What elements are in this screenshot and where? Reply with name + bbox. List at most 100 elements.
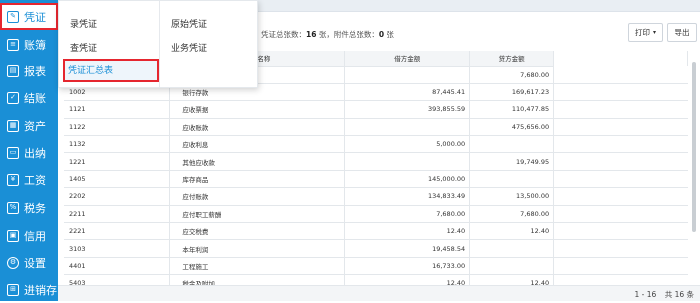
- voucher-dropdown-menu: 录凭证 查凭证 凭证汇总表 原始凭证 业务凭证: [58, 0, 258, 88]
- checkout-icon: ✓: [7, 91, 19, 104]
- sidebar-item-label: 设置: [24, 256, 46, 270]
- cell-credit: 12.40: [469, 274, 555, 285]
- menu-item-original-voucher[interactable]: 原始凭证: [171, 17, 207, 30]
- cell-account-code: 1132: [64, 135, 171, 154]
- menu-divider: [159, 1, 160, 87]
- cell-credit: [469, 239, 555, 258]
- summary-prefix: 凭证总张数：: [261, 30, 306, 39]
- print-button[interactable]: 打印 ▾: [628, 23, 663, 42]
- sidebar-item-voucher[interactable]: ✎ 凭证: [0, 3, 58, 30]
- cell-account-name: 应付账款: [169, 187, 346, 206]
- sidebar-item-credit[interactable]: ▣ 信用: [0, 222, 58, 249]
- cell-account-name: 库存商品: [169, 170, 346, 189]
- cell-account-code: 1122: [64, 118, 171, 137]
- table-row[interactable]: 2202 应付账款 134,833.49 13,500.00: [64, 187, 688, 206]
- pagination-info: 1 - 16 共 16 条: [635, 289, 695, 300]
- sidebar-item-label: 账簿: [24, 38, 46, 52]
- export-button[interactable]: 导出: [667, 23, 697, 42]
- sidebar-item-report[interactable]: ▤ 报表: [0, 57, 58, 84]
- sidebar-item-settings[interactable]: ⚙ 设置: [0, 249, 58, 276]
- cell-blank: [553, 239, 688, 258]
- cell-blank: [553, 66, 688, 84]
- cell-debit: 134,833.49: [344, 187, 471, 206]
- table-row[interactable]: 1132 应收利息 5,000.00: [64, 135, 688, 154]
- cell-blank: [553, 170, 688, 189]
- cell-account-code: 1121: [64, 100, 171, 119]
- table-row[interactable]: 1405 库存商品 145,000.00: [64, 170, 688, 189]
- cell-credit: [469, 170, 555, 189]
- book-icon: ≡: [7, 38, 19, 51]
- sidebar-item-salary[interactable]: ¥ 工资: [0, 166, 58, 193]
- menu-item-query-voucher[interactable]: 查凭证: [70, 41, 97, 54]
- cell-account-name: 工程施工: [169, 257, 346, 276]
- cell-account-code: 4401: [64, 257, 171, 276]
- menu-item-enter-voucher[interactable]: 录凭证: [70, 17, 97, 30]
- table-row[interactable]: 1121 应收票据 393,855.59 110,477.85: [64, 100, 688, 119]
- sidebar-item-cashier[interactable]: ▭ 出纳: [0, 139, 58, 166]
- sidebar-item-checkout[interactable]: ✓ 结账: [0, 84, 58, 111]
- cell-account-name: 应收票据: [169, 100, 346, 119]
- sidebar-item-label: 报表: [24, 64, 46, 78]
- cashier-icon: ▭: [7, 146, 19, 159]
- sidebar-item-inventory[interactable]: ⊞ 进销存: [0, 276, 58, 303]
- cell-account-name: 应收账款: [169, 118, 346, 137]
- sidebar-item-asset[interactable]: ▦ 资产: [0, 112, 58, 139]
- cell-account-name: 本年利润: [169, 239, 346, 258]
- sidebar-item-tax[interactable]: % 税务: [0, 194, 58, 221]
- cell-account-name: 其他应收款: [169, 152, 346, 171]
- cell-account-code: 2221: [64, 222, 171, 241]
- cell-credit: 7,680.00: [469, 205, 555, 224]
- cell-credit: [469, 135, 555, 154]
- cell-credit: 12.40: [469, 222, 555, 241]
- menu-item-business-voucher[interactable]: 业务凭证: [171, 41, 207, 54]
- sidebar-item-label: 工资: [24, 173, 46, 187]
- gear-icon: ⚙: [7, 256, 19, 269]
- column-header-blank: [553, 51, 688, 66]
- export-label: 导出: [674, 28, 690, 37]
- credit-icon: ▣: [7, 229, 19, 242]
- table-row[interactable]: 1122 应收账款 475,656.00: [64, 118, 688, 137]
- table-footer: 1 - 16 共 16 条: [58, 285, 700, 301]
- cell-debit: [344, 66, 471, 84]
- table-row[interactable]: 5403 税金及附加 12.40 12.40: [64, 274, 688, 285]
- table-row[interactable]: 2211 应付职工薪酬 7,680.00 7,680.00: [64, 205, 688, 224]
- cell-credit: 13,500.00: [469, 187, 555, 206]
- cell-blank: [553, 257, 688, 276]
- sidebar-item-ledger[interactable]: ≡ 账簿: [0, 31, 58, 58]
- cell-blank: [553, 83, 688, 102]
- cell-account-code: 2202: [64, 187, 171, 206]
- voucher-count: 16: [306, 30, 317, 39]
- cell-account-code: 1221: [64, 152, 171, 171]
- cell-credit: 169,617.23: [469, 83, 555, 102]
- cell-debit: 145,000.00: [344, 170, 471, 189]
- cell-debit: 19,458.54: [344, 239, 471, 258]
- print-label: 打印: [634, 28, 650, 37]
- cell-debit: 5,000.00: [344, 135, 471, 154]
- table-row[interactable]: 2221 应交税费 12.40 12.40: [64, 222, 688, 241]
- cell-account-name: 应付职工薪酬: [169, 205, 346, 224]
- cell-debit: 87,445.41: [344, 83, 471, 102]
- table-row[interactable]: 4401 工程施工 16,733.00: [64, 257, 688, 276]
- cell-credit: 7,680.00: [469, 66, 555, 84]
- sidebar-item-label: 进销存: [24, 283, 57, 297]
- cell-credit: 19,749.95: [469, 152, 555, 171]
- cell-account-code: 1405: [64, 170, 171, 189]
- pagination-total: 共 16 条: [664, 290, 694, 299]
- cell-blank: [553, 274, 688, 285]
- cell-account-name: 应交税费: [169, 222, 346, 241]
- cell-account-name: 应收利息: [169, 135, 346, 154]
- table-scrollbar[interactable]: [692, 62, 696, 232]
- table-row[interactable]: 3103 本年利润 19,458.54: [64, 239, 688, 258]
- salary-icon: ¥: [7, 173, 19, 186]
- cell-blank: [553, 187, 688, 206]
- pagination-range: 1 - 16: [634, 290, 657, 299]
- table-row[interactable]: 1221 其他应收款 19,749.95: [64, 152, 688, 171]
- cell-blank: [553, 118, 688, 137]
- cell-debit: 16,733.00: [344, 257, 471, 276]
- menu-item-voucher-summary[interactable]: 凭证汇总表: [63, 59, 159, 82]
- cell-account-code: 3103: [64, 239, 171, 258]
- pencil-icon: ✎: [7, 10, 19, 23]
- cell-debit: 12.40: [344, 274, 471, 285]
- cell-credit: 110,477.85: [469, 100, 555, 119]
- sidebar-item-label: 税务: [24, 201, 46, 215]
